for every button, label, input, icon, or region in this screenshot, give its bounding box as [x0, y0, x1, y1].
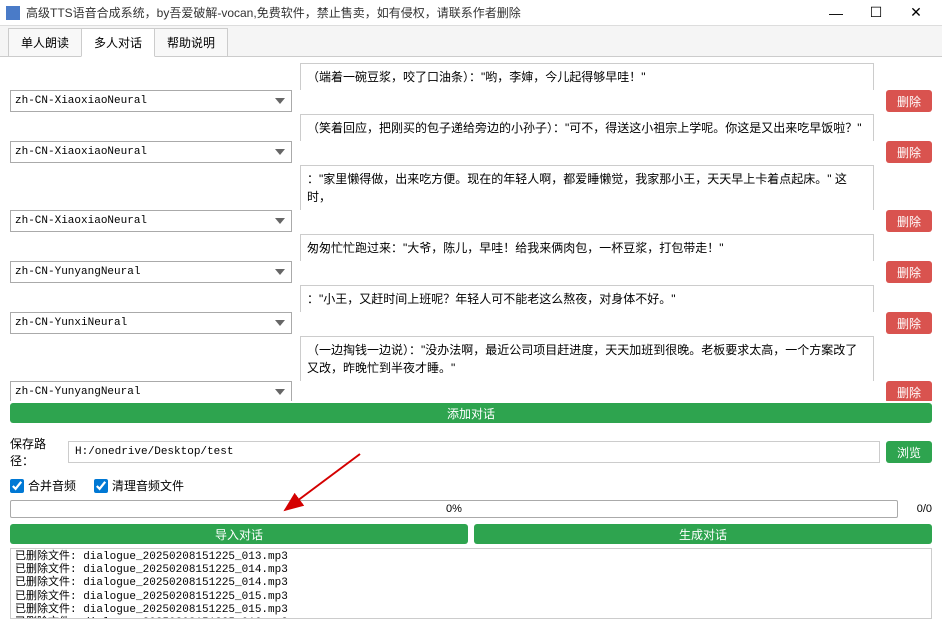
progress-counter: 0/0 [904, 503, 932, 515]
titlebar: 高级TTS语音合成系统，by吾爱破解-vocan,免费软件，禁止售卖，如有侵权，… [0, 0, 942, 26]
progress-row: 0% 0/0 [10, 500, 932, 518]
clean-audio-check[interactable]: 清理音频文件 [94, 477, 184, 494]
dialog-text[interactable]: （笑着回应，把刚买的包子递给旁边的小孙子）："可不，得送这小祖宗上学呢。你这是又… [300, 114, 874, 141]
dialog-text[interactable]: （一边掏钱一边说）："没办法啊，最近公司项目赶进度，天天加班到很晚。老板要求太高… [300, 336, 874, 381]
delete-button[interactable]: 删除 [886, 381, 932, 401]
generate-dialog-button[interactable]: 生成对话 [474, 524, 932, 544]
add-dialog-button[interactable]: 添加对话 [10, 403, 932, 423]
voice-select[interactable]: zh-CN-YunyangNeural [10, 261, 292, 283]
delete-button[interactable]: 删除 [886, 210, 932, 232]
delete-button[interactable]: 删除 [886, 141, 932, 163]
dialog-select-row: zh-CN-XiaoxiaoNeural 删除 [10, 210, 932, 232]
dialog-item: ："小王，又赶时间上班呢？年轻人可不能老这么熬夜，对身体不好。"zh-CN-Yu… [10, 285, 932, 334]
browse-button[interactable]: 浏览 [886, 441, 932, 463]
voice-select[interactable]: zh-CN-XiaoxiaoNeural [10, 210, 292, 232]
dialog-select-row: zh-CN-XiaoxiaoNeural 删除 [10, 141, 932, 163]
dialog-item: （端着一碗豆浆，咬了口油条）："哟，李婶，今儿起得够早哇！"zh-CN-Xiao… [10, 63, 932, 112]
merge-audio-check[interactable]: 合并音频 [10, 477, 76, 494]
dialog-item: （一边掏钱一边说）："没办法啊，最近公司项目赶进度，天天加班到很晚。老板要求太高… [10, 336, 932, 401]
progress-bar: 0% [10, 500, 898, 518]
delete-button[interactable]: 删除 [886, 261, 932, 283]
dialog-select-row: zh-CN-XiaoxiaoNeural 删除 [10, 90, 932, 112]
tab-bar: 单人朗读 多人对话 帮助说明 [0, 26, 942, 57]
tab-single[interactable]: 单人朗读 [8, 28, 82, 56]
dialog-select-row: zh-CN-YunyangNeural 删除 [10, 261, 932, 283]
minimize-button[interactable]: — [816, 1, 856, 25]
save-path-label: 保存路径： [10, 435, 62, 469]
close-button[interactable]: ✕ [896, 1, 936, 25]
dialog-list: （端着一碗豆浆，咬了口油条）："哟，李婶，今儿起得够早哇！"zh-CN-Xiao… [10, 63, 932, 401]
dialog-text[interactable]: 匆匆忙忙跑过来："大爷，陈儿，早哇！给我来俩肉包，一杯豆浆，打包带走！" [300, 234, 874, 261]
dialog-item: ："家里懒得做，出来吃方便。现在的年轻人啊，都爱睡懒觉，我家那小王，天天早上卡着… [10, 165, 932, 232]
save-path-row: 保存路径： 浏览 [10, 435, 932, 469]
clean-audio-checkbox[interactable] [94, 479, 108, 493]
dialog-item: 匆匆忙忙跑过来："大爷，陈儿，早哇！给我来俩肉包，一杯豆浆，打包带走！"zh-C… [10, 234, 932, 283]
options-row: 合并音频 清理音频文件 [10, 477, 932, 494]
tab-multi[interactable]: 多人对话 [81, 28, 155, 57]
dialog-select-row: zh-CN-YunyangNeural 删除 [10, 381, 932, 401]
voice-select[interactable]: zh-CN-XiaoxiaoNeural [10, 90, 292, 112]
clean-audio-label: 清理音频文件 [112, 477, 184, 494]
delete-button[interactable]: 删除 [886, 90, 932, 112]
window-title: 高级TTS语音合成系统，by吾爱破解-vocan,免费软件，禁止售卖，如有侵权，… [26, 4, 816, 21]
dialog-text[interactable]: （端着一碗豆浆，咬了口油条）："哟，李婶，今儿起得够早哇！" [300, 63, 874, 90]
voice-select[interactable]: zh-CN-XiaoxiaoNeural [10, 141, 292, 163]
dialog-select-row: zh-CN-YunxiNeural 删除 [10, 312, 932, 334]
window-controls: — ☐ ✕ [816, 1, 936, 25]
action-row: 导入对话 生成对话 [10, 524, 932, 544]
maximize-button[interactable]: ☐ [856, 1, 896, 25]
tab-help[interactable]: 帮助说明 [154, 28, 228, 56]
log-output[interactable]: 已删除文件: dialogue_20250208151225_013.mp3 已… [10, 548, 932, 619]
voice-select[interactable]: zh-CN-YunxiNeural [10, 312, 292, 334]
content-area: （端着一碗豆浆，咬了口油条）："哟，李婶，今儿起得够早哇！"zh-CN-Xiao… [0, 57, 942, 625]
dialog-text[interactable]: ："小王，又赶时间上班呢？年轻人可不能老这么熬夜，对身体不好。" [300, 285, 874, 312]
save-path-input[interactable] [68, 441, 880, 463]
delete-button[interactable]: 删除 [886, 312, 932, 334]
progress-percent: 0% [446, 503, 462, 515]
app-icon [6, 6, 20, 20]
merge-audio-label: 合并音频 [28, 477, 76, 494]
dialog-text[interactable]: ："家里懒得做，出来吃方便。现在的年轻人啊，都爱睡懒觉，我家那小王，天天早上卡着… [300, 165, 874, 210]
voice-select[interactable]: zh-CN-YunyangNeural [10, 381, 292, 401]
merge-audio-checkbox[interactable] [10, 479, 24, 493]
dialog-item: （笑着回应，把刚买的包子递给旁边的小孙子）："可不，得送这小祖宗上学呢。你这是又… [10, 114, 932, 163]
import-dialog-button[interactable]: 导入对话 [10, 524, 468, 544]
